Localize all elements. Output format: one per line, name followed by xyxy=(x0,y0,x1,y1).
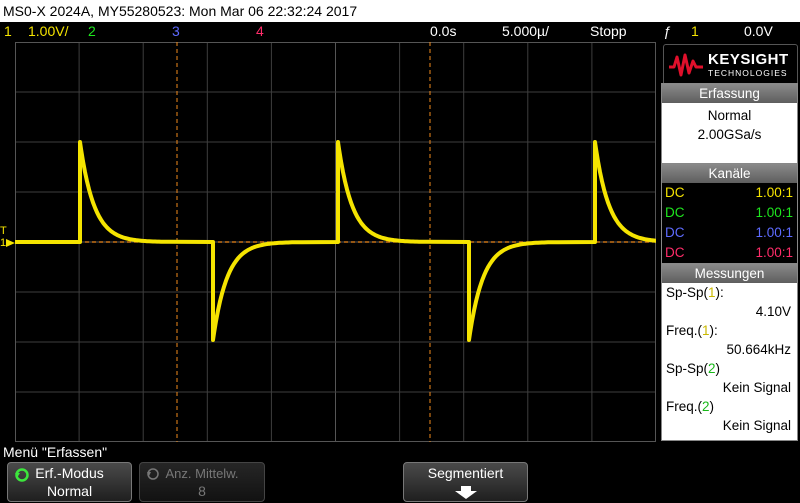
channel-probe: 1.00:1 xyxy=(755,245,793,260)
ch2-number[interactable]: 2 xyxy=(88,22,96,41)
softkey-value: Normal xyxy=(46,483,93,499)
measurement-value: 4.10V xyxy=(755,304,791,319)
trigger-level[interactable]: 0.0V xyxy=(744,22,773,41)
channel-row-3[interactable]: DC 1.00:1 xyxy=(662,223,797,243)
channel-coupling: DC xyxy=(665,185,685,200)
softkey-label: Anz. Mittelw. xyxy=(165,466,239,481)
title-text: MS0-X 2024A, MY55280523: Mon Mar 06 22:3… xyxy=(3,3,358,19)
measurement-channel: 2 xyxy=(702,399,710,414)
waveform-display[interactable] xyxy=(15,42,656,442)
measurement-1[interactable]: Sp-Sp(1): 4.10V xyxy=(662,283,797,321)
logo-sub: TECHNOLOGIES xyxy=(708,68,788,78)
side-panel: KEYSIGHT TECHNOLOGIES Erfassung Normal 2… xyxy=(659,42,800,442)
keysight-wave-icon xyxy=(669,53,703,77)
channel-row-2[interactable]: DC 1.00:1 xyxy=(662,203,797,223)
measurement-value: Kein Signal xyxy=(722,380,791,395)
time-offset[interactable]: 0.0s xyxy=(430,22,456,41)
measurement-value: 50.664kHz xyxy=(726,342,791,357)
keysight-logo: KEYSIGHT TECHNOLOGIES xyxy=(663,44,798,86)
ch3-number[interactable]: 3 xyxy=(172,22,180,41)
messungen-box[interactable]: Messungen Sp-Sp(1): 4.10V Freq.(1): 50.6… xyxy=(661,263,798,441)
channel-probe: 1.00:1 xyxy=(755,225,793,240)
measurement-3[interactable]: Sp-Sp(2) Kein Signal xyxy=(662,359,797,397)
acq-mode: Normal xyxy=(707,108,752,123)
channel-probe: 1.00:1 xyxy=(755,185,793,200)
ch1-scale[interactable]: 1.00V/ xyxy=(28,22,68,41)
measurement-label: Freq.( xyxy=(666,323,703,338)
status-bar: 1 1.00V/ 2 3 4 0.0s 5.000µ/ Stopp ƒ 1 0.… xyxy=(0,22,800,41)
ground-arrow-icon xyxy=(6,239,15,247)
logo-name: KEYSIGHT xyxy=(708,51,789,68)
measurement-label: Sp-Sp( xyxy=(666,361,709,376)
menu-title: Menü "Erfassen" xyxy=(3,444,108,460)
measurement-label-end: ): xyxy=(715,285,724,300)
measurement-label: Freq.( xyxy=(666,399,703,414)
time-scale[interactable]: 5.000µ/ xyxy=(502,22,549,41)
channel-coupling: DC xyxy=(665,225,685,240)
softkey-label: Segmentiert xyxy=(427,465,504,481)
measurement-label-end: ) xyxy=(709,399,715,414)
measurement-channel: 1 xyxy=(702,323,710,338)
channel-probe: 1.00:1 xyxy=(755,205,793,220)
ch4-number[interactable]: 4 xyxy=(256,22,264,41)
anz-mittelw-softkey[interactable]: Anz. Mittelw. 8 xyxy=(139,462,265,502)
title-bar: MS0-X 2024A, MY55280523: Mon Mar 06 22:3… xyxy=(0,0,800,22)
measurement-channel: 1 xyxy=(708,285,716,300)
channel-row-1[interactable]: DC 1.00:1 xyxy=(662,183,797,203)
measurement-label-end: ) xyxy=(715,361,721,376)
softkey-value: 8 xyxy=(198,483,206,499)
messungen-header: Messungen xyxy=(662,264,797,283)
run-state[interactable]: Stopp xyxy=(590,22,627,41)
erfassung-header: Erfassung xyxy=(662,84,797,103)
trigger-edge-icon: ƒ xyxy=(663,23,671,39)
measurement-4[interactable]: Freq.(2) Kein Signal xyxy=(662,397,797,435)
measurement-label-end: ): xyxy=(709,323,718,338)
kanale-box[interactable]: Kanäle DC 1.00:1 DC 1.00:1 DC 1.00:1 DC … xyxy=(661,163,798,265)
erf-modus-softkey[interactable]: Erf.-Modus Normal xyxy=(7,462,132,502)
ch1-number[interactable]: 1 xyxy=(4,22,12,41)
softkey-label: Erf.-Modus xyxy=(35,465,104,481)
trigger-marker: T xyxy=(0,225,7,237)
channel-coupling: DC xyxy=(665,245,685,260)
arrow-down-icon xyxy=(455,486,477,499)
channel-row-4[interactable]: DC 1.00:1 xyxy=(662,243,797,263)
kanale-header: Kanäle xyxy=(662,164,797,183)
measurement-value: Kein Signal xyxy=(722,418,791,433)
measurement-label: Sp-Sp( xyxy=(666,285,709,300)
channel-coupling: DC xyxy=(665,205,685,220)
measurement-2[interactable]: Freq.(1): 50.664kHz xyxy=(662,321,797,359)
graticule xyxy=(15,42,656,442)
trigger-channel[interactable]: 1 xyxy=(691,22,699,41)
measurement-channel: 2 xyxy=(708,361,716,376)
segmentiert-softkey[interactable]: Segmentiert xyxy=(403,462,528,502)
sample-rate: 2.00GSa/s xyxy=(697,127,762,142)
